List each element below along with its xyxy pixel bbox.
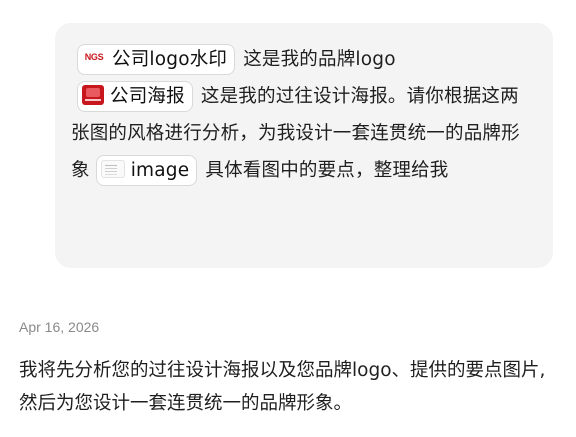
attachment-chip-image-label: image bbox=[130, 159, 190, 181]
message-date: Apr 16, 2026 bbox=[19, 319, 100, 335]
attachment-chip-poster[interactable]: 公司海报 bbox=[77, 80, 193, 112]
attachment-chip-poster-label: 公司海报 bbox=[110, 85, 185, 107]
attachment-chip-image[interactable]: image bbox=[95, 154, 198, 186]
attachment-chip-logo[interactable]: NGS 公司logo水印 bbox=[77, 43, 236, 75]
user-message-bubble: NGS 公司logo水印 这是我的品牌logo 公司海报 这是我的过往设计海报。请… bbox=[55, 23, 553, 268]
attachment-chip-logo-label: 公司logo水印 bbox=[112, 48, 228, 70]
image-thumbnail-icon bbox=[100, 160, 125, 178]
text-after-image: 具体看图中的要点，整理给我 bbox=[199, 160, 449, 181]
ngs-logo-thumbnail-icon: NGS bbox=[82, 48, 106, 68]
text-after-logo: 这是我的品牌logo bbox=[237, 49, 396, 70]
user-message-text: NGS 公司logo水印 这是我的品牌logo 公司海报 这是我的过往设计海报。请… bbox=[71, 41, 537, 189]
assistant-reply-text: 我将先分析您的过往设计海报以及您品牌logo、提供的要点图片,然后为您设计一套连… bbox=[19, 360, 546, 414]
poster-thumbnail-icon bbox=[82, 85, 104, 105]
logo-thumb-text: NGS bbox=[84, 52, 104, 62]
